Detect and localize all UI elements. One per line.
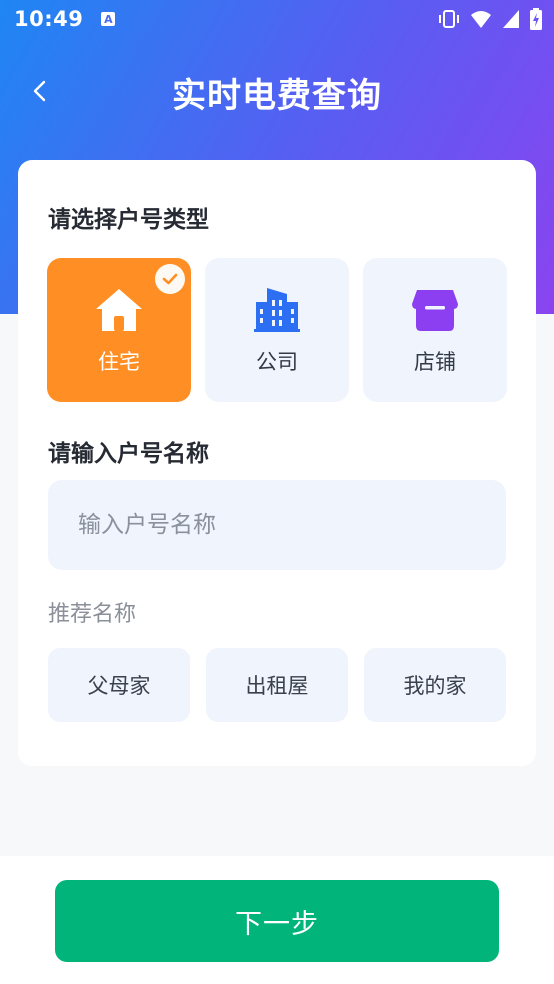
type-option-company[interactable]: 公司 — [205, 258, 349, 402]
bottom-bar: 下一步 — [0, 856, 554, 984]
suggestion-chip[interactable]: 父母家 — [48, 648, 190, 722]
account-name-title: 请输入户号名称 — [48, 441, 209, 467]
type-option-label: 公司 — [256, 350, 298, 374]
form-card: 请选择户号类型 住宅 公司 店铺 请输入户号名称 输入户号名称 推荐名称 父母家… — [18, 160, 536, 766]
account-type-title: 请选择户号类型 — [48, 207, 209, 233]
suggestions-title: 推荐名称 — [48, 602, 137, 627]
vibrate-icon — [439, 10, 459, 28]
nav-bar: 实时电费查询 — [0, 62, 554, 122]
type-option-shop[interactable]: 店铺 — [363, 258, 507, 402]
type-option-label: 住宅 — [98, 350, 140, 374]
type-option-residence[interactable]: 住宅 — [47, 258, 191, 402]
chevron-left-icon[interactable] — [28, 78, 54, 104]
shop-icon — [412, 290, 458, 331]
signal-icon — [503, 10, 519, 28]
building-icon — [254, 288, 300, 332]
type-option-label: 店铺 — [414, 350, 456, 374]
a-icon: A — [101, 12, 116, 26]
suggestion-chip[interactable]: 我的家 — [364, 648, 506, 722]
page-title: 实时电费查询 — [172, 75, 382, 116]
check-icon — [155, 264, 185, 294]
house-icon — [96, 289, 142, 331]
status-bar: 10:49 A — [0, 0, 554, 38]
next-button[interactable]: 下一步 — [55, 880, 499, 962]
account-name-input[interactable] — [48, 480, 506, 570]
battery-icon — [530, 8, 542, 30]
status-icons — [438, 8, 542, 30]
wifi-icon — [471, 11, 491, 28]
suggestion-chip[interactable]: 出租屋 — [206, 648, 348, 722]
status-time: 10:49 — [14, 7, 84, 31]
